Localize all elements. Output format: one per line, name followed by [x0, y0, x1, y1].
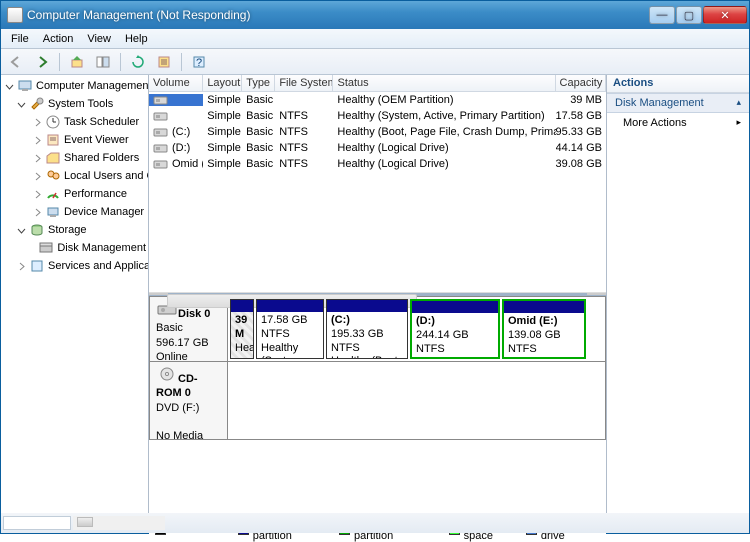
column-header[interactable]: Volume	[149, 75, 203, 91]
tree-item[interactable]: Shared Folders	[1, 149, 148, 167]
expand-icon[interactable]	[33, 190, 42, 199]
menu-help[interactable]: Help	[119, 31, 154, 47]
partition[interactable]: (D:)244.14 GB NTFSHealthy (Logical Dr	[410, 299, 500, 359]
volume-row[interactable]: (C:)SimpleBasicNTFSHealthy (Boot, Page F…	[149, 124, 606, 140]
tree-item-icon	[45, 150, 61, 166]
disk-mgmt-icon	[38, 240, 54, 256]
tree-item-icon	[45, 186, 61, 202]
collapse-icon[interactable]	[17, 226, 26, 235]
drive-icon	[153, 110, 169, 122]
close-button[interactable]: ✕	[703, 6, 747, 24]
tree-item[interactable]: Local Users and Groups	[1, 167, 148, 185]
column-header[interactable]: Layout	[203, 75, 242, 91]
nav-tree[interactable]: Computer Management (Local System Tools …	[1, 75, 149, 513]
disk-row: CD-ROM 0DVD (F:)No Media	[149, 362, 606, 440]
disk-info[interactable]: CD-ROM 0DVD (F:)No Media	[150, 362, 228, 439]
menu-file[interactable]: File	[5, 31, 35, 47]
maximize-button[interactable]: ▢	[676, 6, 702, 24]
collapse-icon[interactable]	[5, 82, 14, 91]
expand-icon[interactable]	[33, 118, 42, 127]
partition[interactable]: Omid (E:)139.08 GB NTFSHealthy (Logical …	[502, 299, 586, 359]
tree-services-apps[interactable]: Services and Applications	[1, 257, 148, 275]
storage-icon	[29, 222, 45, 238]
volume-list-header: VolumeLayoutTypeFile SystemStatusCapacit…	[149, 75, 606, 92]
tree-item-icon	[45, 132, 61, 148]
computer-icon	[17, 78, 33, 94]
expand-icon[interactable]	[33, 136, 42, 145]
column-header[interactable]: Capacity	[556, 75, 606, 91]
volume-row[interactable]: (D:)SimpleBasicNTFSHealthy (Logical Driv…	[149, 140, 606, 156]
tree-item-icon	[45, 204, 61, 220]
expand-icon[interactable]	[33, 208, 42, 217]
tree-item[interactable]: Event Viewer	[1, 131, 148, 149]
partition[interactable]: 39 MHea	[230, 299, 254, 359]
back-button[interactable]	[5, 51, 27, 73]
cdrom-icon	[156, 366, 178, 382]
column-header[interactable]: Type	[242, 75, 275, 91]
tree-item-icon	[45, 168, 61, 184]
volume-list[interactable]: SimpleBasicHealthy (OEM Partition)39 MBS…	[149, 92, 606, 292]
actions-header: Actions	[607, 75, 749, 93]
expand-icon[interactable]	[33, 154, 42, 163]
actions-more-actions[interactable]: More Actions	[607, 113, 749, 133]
help-button[interactable]: ?	[188, 51, 210, 73]
actions-pane: Actions Disk Management More Actions	[607, 75, 749, 513]
drive-icon	[153, 126, 169, 138]
partition[interactable]: (C:)195.33 GB NTFSHealthy (Boot, Page	[326, 299, 408, 359]
expand-icon[interactable]	[33, 172, 42, 181]
tree-disk-management[interactable]: Disk Management	[1, 239, 148, 257]
tree-item[interactable]: Device Manager	[1, 203, 148, 221]
tree-item[interactable]: Task Scheduler	[1, 113, 148, 131]
forward-button[interactable]	[31, 51, 53, 73]
volume-row[interactable]: SimpleBasicNTFSHealthy (System, Active, …	[149, 108, 606, 124]
collapse-icon[interactable]	[17, 100, 26, 109]
volume-row[interactable]: Omid (E:)SimpleBasicNTFSHealthy (Logical…	[149, 156, 606, 172]
tree-root[interactable]: Computer Management (Local	[1, 77, 148, 95]
menu-view[interactable]: View	[81, 31, 117, 47]
column-header[interactable]: File System	[275, 75, 333, 91]
tree-item[interactable]: Performance	[1, 185, 148, 203]
settings-button[interactable]	[153, 51, 175, 73]
tree-system-tools[interactable]: System Tools	[1, 95, 148, 113]
titlebar: Computer Management (Not Responding) — ▢…	[1, 1, 749, 29]
tree-root-label: Computer Management (Local	[36, 80, 149, 92]
tools-icon	[29, 96, 45, 112]
horizontal-scrollbar[interactable]	[149, 292, 606, 293]
services-icon	[29, 258, 45, 274]
app-icon	[7, 7, 23, 23]
show-hide-tree-button[interactable]	[92, 51, 114, 73]
disk-map-pane: Disk 0Basic596.17 GBOnline39 MHea17.58 G…	[149, 293, 606, 538]
tree-item-icon	[45, 114, 61, 130]
window-controls: — ▢ ✕	[649, 6, 747, 24]
partition[interactable]: 17.58 GB NTFSHealthy (System	[256, 299, 324, 359]
refresh-button[interactable]	[127, 51, 149, 73]
toolbar: ?	[1, 49, 749, 75]
up-button[interactable]	[66, 51, 88, 73]
drive-icon	[153, 94, 169, 106]
minimize-button[interactable]: —	[649, 6, 675, 24]
window-title: Computer Management (Not Responding)	[27, 8, 649, 22]
expand-icon[interactable]	[17, 262, 26, 271]
actions-section-disk-mgmt[interactable]: Disk Management	[607, 93, 749, 113]
menu-action[interactable]: Action	[37, 31, 80, 47]
svg-text:?: ?	[196, 57, 202, 69]
column-header[interactable]: Status	[333, 75, 555, 91]
status-bar	[1, 513, 749, 533]
tree-storage[interactable]: Storage	[1, 221, 148, 239]
volume-row[interactable]: SimpleBasicHealthy (OEM Partition)39 MB	[149, 92, 606, 108]
menu-bar: File Action View Help	[1, 29, 749, 49]
drive-icon	[153, 142, 169, 154]
drive-icon	[153, 158, 169, 170]
